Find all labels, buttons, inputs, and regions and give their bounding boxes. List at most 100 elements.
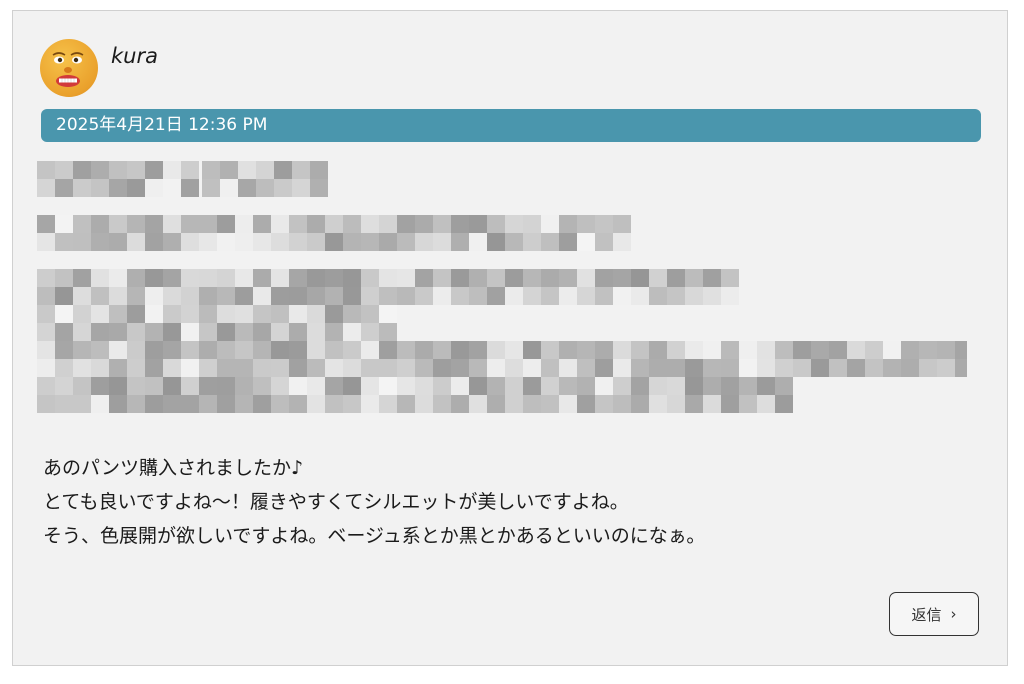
mosaic-cell	[127, 377, 145, 395]
mosaic-cell	[145, 359, 163, 377]
mosaic-cell	[433, 395, 451, 413]
mosaic-cell	[109, 215, 127, 233]
mosaic-cell	[343, 395, 361, 413]
mosaic-cell	[256, 179, 274, 197]
mosaic-cell	[451, 395, 469, 413]
mosaic-cell	[775, 359, 793, 377]
mosaic-cell	[361, 323, 379, 341]
mosaic-cell	[631, 377, 649, 395]
mosaic-cell	[649, 341, 667, 359]
mosaic-cell	[181, 179, 199, 197]
mosaic-cell	[289, 215, 307, 233]
pixelated-text-block	[37, 161, 967, 413]
mosaic-cell	[235, 269, 253, 287]
mosaic-cell	[469, 395, 487, 413]
mosaic-cell	[91, 395, 109, 413]
mosaic-cell	[523, 359, 541, 377]
mosaic-cell	[757, 395, 775, 413]
mosaic-cell	[703, 377, 721, 395]
mosaic-cell	[613, 359, 631, 377]
mosaic-cell	[577, 341, 595, 359]
username[interactable]: kura	[111, 44, 158, 68]
mosaic-cell	[307, 215, 325, 233]
mosaic-cell	[55, 395, 73, 413]
mosaic-cell	[685, 395, 703, 413]
mosaic-cell	[667, 377, 685, 395]
mosaic-cell	[145, 287, 163, 305]
mosaic-cell	[145, 377, 163, 395]
mosaic-cell	[238, 161, 256, 179]
mosaic-cell	[325, 287, 343, 305]
mosaic-cell	[793, 341, 811, 359]
mosaic-cell	[235, 359, 253, 377]
mosaic-cell	[703, 341, 721, 359]
mosaic-cell	[667, 341, 685, 359]
mosaic-cell	[847, 359, 865, 377]
mosaic-cell	[685, 341, 703, 359]
mosaic-cell	[559, 233, 577, 251]
mosaic-cell	[127, 341, 145, 359]
mosaic-cell	[91, 179, 109, 197]
mosaic-cell	[451, 341, 469, 359]
mosaic-cell	[253, 395, 271, 413]
mosaic-cell	[451, 215, 469, 233]
mosaic-cell	[343, 341, 361, 359]
mosaic-cell	[55, 269, 73, 287]
mosaic-cell	[721, 377, 739, 395]
comment-date: 2025年4月21日 12:36 PM	[41, 109, 981, 142]
mosaic-cell	[901, 359, 919, 377]
mosaic-cell	[163, 161, 181, 179]
mosaic-cell	[163, 359, 181, 377]
mosaic-cell	[595, 341, 613, 359]
mosaic-cell	[181, 161, 199, 179]
mosaic-cell	[235, 287, 253, 305]
mosaic-cell	[91, 215, 109, 233]
mosaic-cell	[145, 305, 163, 323]
mosaic-cell	[163, 287, 181, 305]
mosaic-cell	[361, 305, 379, 323]
reply-button[interactable]: 返信 ›	[889, 592, 979, 636]
mosaic-cell	[667, 359, 685, 377]
mosaic-cell	[37, 305, 55, 323]
mosaic-cell	[721, 359, 739, 377]
mosaic-cell	[739, 377, 757, 395]
mosaic-cell	[649, 287, 667, 305]
mosaic-cell	[235, 215, 253, 233]
mosaic-cell	[397, 341, 415, 359]
mosaic-cell	[379, 215, 397, 233]
mosaic-cell	[577, 359, 595, 377]
mosaic-cell	[73, 323, 91, 341]
mosaic-cell	[397, 377, 415, 395]
mosaic-cell	[487, 269, 505, 287]
mosaic-cell	[217, 305, 235, 323]
mosaic-cell	[379, 341, 397, 359]
mosaic-cell	[541, 269, 559, 287]
mosaic-cell	[271, 269, 289, 287]
mosaic-cell	[310, 179, 328, 197]
mosaic-cell	[217, 287, 235, 305]
mosaic-cell	[271, 341, 289, 359]
mosaic-cell	[937, 359, 955, 377]
mosaic-cell	[145, 161, 163, 179]
mosaic-cell	[343, 269, 361, 287]
mosaic-cell	[613, 269, 631, 287]
mosaic-cell	[685, 287, 703, 305]
mosaic-cell	[109, 269, 127, 287]
mosaic-cell	[109, 161, 127, 179]
mosaic-cell	[505, 287, 523, 305]
mosaic-cell	[73, 395, 91, 413]
mosaic-cell	[37, 179, 55, 197]
mosaic-cell	[775, 341, 793, 359]
mosaic-cell	[577, 377, 595, 395]
mosaic-cell	[541, 395, 559, 413]
mosaic-cell	[559, 359, 577, 377]
mosaic-cell	[271, 287, 289, 305]
mosaic-cell	[37, 323, 55, 341]
mosaic-cell	[847, 341, 865, 359]
mosaic-cell	[109, 287, 127, 305]
mosaic-cell	[307, 377, 325, 395]
mosaic-cell	[361, 233, 379, 251]
mosaic-cell	[325, 323, 343, 341]
mosaic-cell	[91, 377, 109, 395]
mosaic-cell	[415, 233, 433, 251]
